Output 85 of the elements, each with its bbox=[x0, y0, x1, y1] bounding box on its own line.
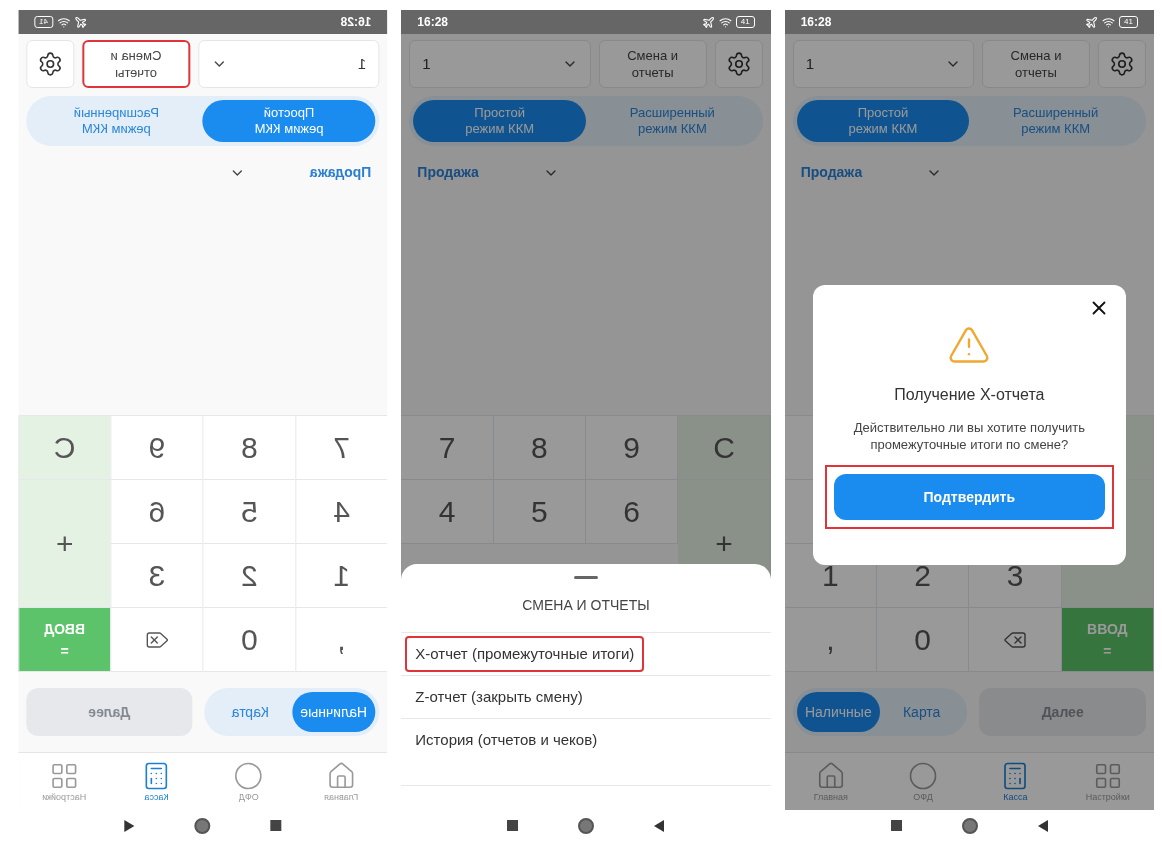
shift-select[interactable]: 1 bbox=[792, 40, 974, 88]
battery-indicator: 41 bbox=[735, 16, 755, 28]
keypad-key[interactable]: 6 bbox=[110, 480, 203, 544]
keypad-key[interactable]: 3 bbox=[110, 544, 203, 608]
mode-tab[interactable]: Расширенный режим ККМ bbox=[969, 100, 1142, 142]
mode-tab[interactable]: Расширенный режим ККМ bbox=[586, 100, 759, 142]
system-recents-icon[interactable] bbox=[270, 820, 282, 831]
battery-indicator: 41 bbox=[1119, 16, 1138, 28]
clear-key[interactable]: C bbox=[18, 416, 111, 480]
system-back-icon[interactable] bbox=[124, 819, 135, 832]
keypad-key[interactable]: 7 bbox=[295, 416, 388, 480]
keypad-key[interactable]: 7 bbox=[401, 416, 494, 480]
keypad-key[interactable]: 0 bbox=[877, 608, 970, 672]
keypad-key[interactable]: , bbox=[784, 608, 877, 672]
shift-reports-button[interactable]: Смена и отчеты bbox=[598, 40, 707, 88]
nav-tab[interactable]: ОФД bbox=[877, 753, 970, 810]
keypad-key[interactable]: 9 bbox=[586, 416, 679, 480]
system-recents-icon[interactable] bbox=[890, 820, 902, 831]
shift-reports-button[interactable]: Смена и отчеты bbox=[82, 40, 190, 88]
nav-tab[interactable]: Касса bbox=[110, 753, 203, 810]
system-back-icon[interactable] bbox=[654, 819, 665, 832]
nav-tab[interactable]: Касса bbox=[969, 753, 1062, 810]
settings-icon bbox=[37, 51, 63, 77]
operation-select[interactable]: Продажа bbox=[309, 162, 372, 183]
confirm-button[interactable]: Подтвердить bbox=[833, 474, 1105, 520]
airplane-icon bbox=[701, 15, 715, 29]
wifi-icon bbox=[1102, 15, 1116, 29]
mode-tab[interactable]: Простой режим ККМ bbox=[796, 100, 970, 142]
keypad-key[interactable]: 1 bbox=[295, 544, 388, 608]
operation-select[interactable]: Продажа bbox=[417, 162, 479, 183]
circle-icon bbox=[233, 760, 264, 791]
mode-tab[interactable]: Расширенный режим ККМ bbox=[30, 100, 203, 142]
keypad-key[interactable]: 8 bbox=[493, 416, 586, 480]
payment-tab[interactable]: Наличные bbox=[292, 692, 376, 732]
settings-button[interactable] bbox=[1098, 40, 1146, 88]
settings-button[interactable] bbox=[714, 40, 763, 88]
keypad-key[interactable]: 5 bbox=[493, 480, 586, 544]
system-home-icon[interactable] bbox=[961, 817, 978, 834]
airplane-icon bbox=[1085, 15, 1099, 29]
airplane-icon bbox=[73, 15, 87, 29]
status-time: 16:28 bbox=[417, 14, 449, 31]
payment-tab[interactable]: Карта bbox=[208, 692, 292, 732]
nav-tab[interactable]: Главная bbox=[784, 753, 877, 810]
settings-icon bbox=[1109, 51, 1135, 77]
plus-key[interactable]: + bbox=[18, 480, 111, 608]
keypad-key[interactable]: 9 bbox=[110, 416, 203, 480]
enter-key[interactable]: ВВОД = bbox=[18, 608, 111, 672]
nav-tab[interactable]: Главная bbox=[295, 753, 388, 810]
sheet-menu-item[interactable]: X-отчет (промежуточные итоги) bbox=[405, 636, 645, 672]
payment-tab[interactable]: Наличные bbox=[796, 692, 880, 732]
wifi-icon bbox=[56, 15, 70, 29]
nav-tab[interactable]: ОФД bbox=[202, 753, 295, 810]
system-recents-icon[interactable] bbox=[507, 820, 519, 831]
sheet-handle[interactable] bbox=[574, 576, 598, 579]
keypad-key[interactable]: , bbox=[295, 608, 388, 672]
operation-select[interactable]: Продажа bbox=[800, 162, 863, 183]
shift-select[interactable]: 1 bbox=[198, 40, 380, 88]
dialog-message: Действительно ли вы хотите получить промежуточные итоги по смене? bbox=[852, 419, 1086, 453]
keypad-key[interactable]: 0 bbox=[202, 608, 295, 672]
nav-tab[interactable]: Настройки bbox=[1061, 753, 1154, 810]
sheet-title: СМЕНА И ОТЧЕТЫ bbox=[522, 596, 650, 615]
nav-tab[interactable]: Настройки bbox=[18, 753, 111, 810]
keypad-key[interactable]: 4 bbox=[295, 480, 388, 544]
shift-select[interactable]: 1 bbox=[409, 40, 591, 88]
payment-tab[interactable]: Карта bbox=[880, 692, 964, 732]
mode-tab[interactable]: Простой режим ККМ bbox=[413, 100, 586, 142]
settings-icon bbox=[725, 51, 752, 77]
system-home-icon[interactable] bbox=[194, 817, 211, 834]
status-time: 16:28 bbox=[800, 14, 832, 31]
keypad-key[interactable]: 8 bbox=[202, 416, 295, 480]
mode-tab[interactable]: Простой режим ККМ bbox=[202, 100, 376, 142]
sheet-menu-item[interactable]: История (отчетов и чеков) bbox=[405, 722, 608, 758]
circle-icon bbox=[908, 760, 939, 791]
keypad-key[interactable]: 5 bbox=[202, 480, 295, 544]
dialog-title: Получение X-отчета bbox=[894, 385, 1045, 405]
shift-reports-button[interactable]: Смена и отчеты bbox=[982, 40, 1090, 88]
keypad-key[interactable]: 6 bbox=[586, 480, 679, 544]
settings-button[interactable] bbox=[26, 40, 74, 88]
status-time: 16:28 bbox=[340, 14, 372, 31]
sheet-menu-item[interactable]: Z-отчет (закрыть смену) bbox=[405, 679, 593, 715]
keypad-key[interactable]: 2 bbox=[202, 544, 295, 608]
keypad-key[interactable]: 4 bbox=[401, 480, 494, 544]
wifi-icon bbox=[718, 15, 732, 29]
clear-key[interactable]: C bbox=[678, 416, 771, 480]
system-back-icon[interactable] bbox=[1037, 819, 1048, 832]
